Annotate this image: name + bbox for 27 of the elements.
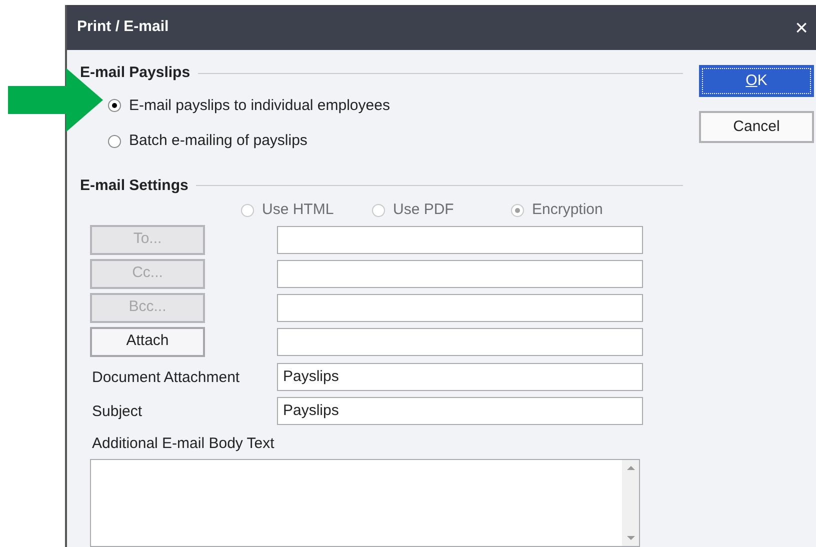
radio-label: Batch e-mailing of payslips	[129, 131, 308, 151]
close-button[interactable]: ×	[795, 16, 808, 38]
scroll-down-icon[interactable]	[626, 536, 634, 540]
scroll-up-icon[interactable]	[626, 466, 634, 470]
group-heading: E-mail Payslips	[80, 63, 190, 83]
radio-button[interactable]	[108, 134, 121, 148]
radio-label: Encryption	[532, 200, 603, 220]
field-label: Additional E-mail Body Text	[91, 434, 276, 454]
radio-button[interactable]	[108, 99, 121, 112]
group-heading: E-mail Settings	[80, 176, 188, 196]
text-field[interactable]: Payslips	[277, 362, 643, 390]
address-button[interactable]: Attach	[90, 326, 205, 356]
text-field[interactable]: Payslips	[277, 396, 643, 424]
text-field[interactable]	[277, 328, 643, 356]
text-field[interactable]	[277, 294, 643, 322]
field-label: Subject	[91, 402, 144, 422]
text-field[interactable]	[277, 260, 643, 288]
radio-label: E-mail payslips to individual employees	[129, 96, 390, 116]
window-title: Print / E-mail	[77, 17, 169, 38]
body-text-area[interactable]	[90, 459, 640, 547]
dialog-button[interactable]: OK	[699, 65, 814, 97]
radio-label: Use HTML	[262, 200, 334, 220]
dialog-button[interactable]: Cancel	[699, 111, 814, 143]
scroll-bar[interactable]	[622, 460, 639, 546]
text-field[interactable]	[277, 226, 643, 254]
radio-label: Use PDF	[393, 200, 454, 220]
field-label: Document Attachment	[91, 368, 241, 388]
